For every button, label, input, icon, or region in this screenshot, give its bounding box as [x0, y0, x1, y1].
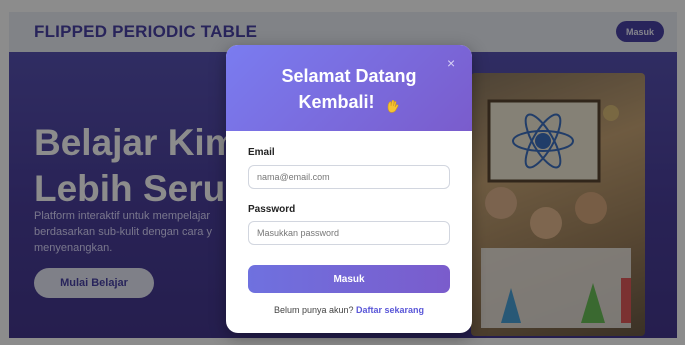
- login-modal: Selamat Datang Kembali! × Email Password…: [226, 45, 472, 333]
- register-prompt: Belum punya akun? Daftar sekarang: [226, 305, 472, 315]
- email-field[interactable]: [248, 165, 450, 189]
- modal-title-line2-text: Kembali!: [298, 92, 375, 112]
- close-icon[interactable]: ×: [447, 56, 459, 70]
- login-submit-button[interactable]: Masuk: [248, 265, 450, 293]
- email-label: Email: [248, 147, 275, 158]
- modal-title: Selamat Datang Kembali!: [226, 63, 472, 115]
- modal-title-line1: Selamat Datang: [281, 66, 417, 86]
- register-prompt-text: Belum punya akun?: [273, 305, 354, 315]
- modal-header: Selamat Datang Kembali! ×: [226, 45, 472, 131]
- modal-title-line2: Kembali!: [226, 89, 472, 115]
- waving-hand-icon: [384, 95, 400, 113]
- register-link[interactable]: Daftar sekarang: [356, 305, 424, 315]
- password-label: Password: [248, 204, 296, 215]
- password-field[interactable]: [248, 221, 450, 245]
